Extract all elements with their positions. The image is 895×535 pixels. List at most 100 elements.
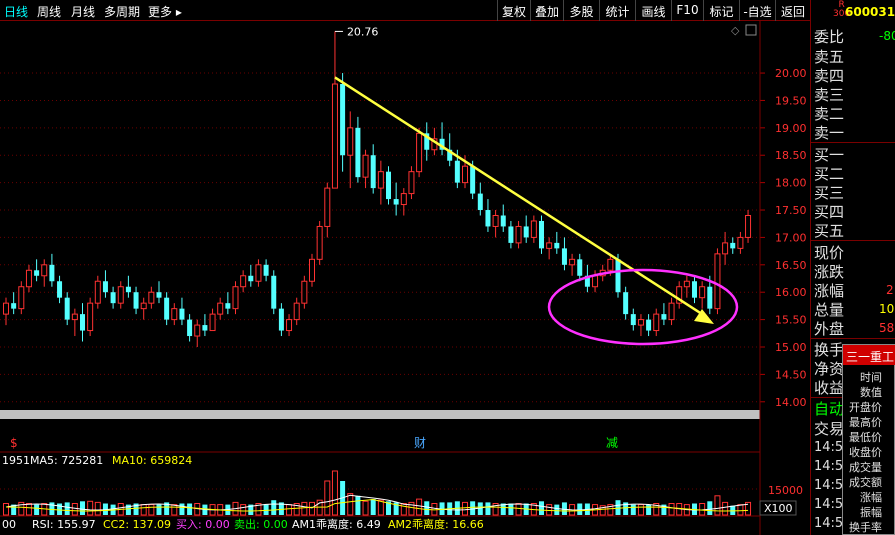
popup-menu-item[interactable]: 振幅 [860,504,882,520]
popup-menu-item[interactable]: 时间 [860,369,882,385]
candle-body [286,319,293,332]
candle-body [25,269,32,288]
quote-label: 总量 [814,301,845,319]
candle-body [324,187,331,227]
volume-multiplier[interactable]: X100 [764,502,793,515]
trade-time: 14:5 [814,497,844,512]
volume-bar [370,499,376,515]
popup-menu-item[interactable]: 涨幅 [860,489,882,505]
popup-menu-item[interactable]: 成交额 [849,474,882,490]
candle-body [370,155,376,189]
stock-code[interactable]: 600031 [845,5,895,19]
candle-body [416,132,423,173]
event-marker-reduction[interactable]: 减 [606,436,618,450]
remove-watchlist-button[interactable]: -自选 [739,0,775,21]
quote-label: 外盘 [814,320,845,338]
popup-menu-item[interactable]: 成交量 [849,459,882,475]
trade-time: 14:5 [814,516,844,531]
quote-label: 买四 [814,203,845,221]
candle-body [637,319,644,326]
price-axis-label: 15.00 [775,341,807,354]
diamond-icon[interactable]: ◇ [731,24,740,37]
candle-body [462,165,468,184]
volume-bar [148,504,155,516]
volume-bar [431,503,438,516]
window-toggle-icon[interactable] [745,24,757,36]
period-tab-weekly[interactable]: 周线 [37,3,61,20]
candle-body [707,286,713,309]
popup-menu-item[interactable]: 数值 [860,384,882,400]
popup-menu-item[interactable]: 最高价 [849,414,882,430]
quote-label: 卖四 [814,67,845,85]
volume-bar [34,504,40,515]
candle-body [41,264,48,277]
data-field-popup[interactable]: 三一重工 时间 数值 开盘价 最高价 最低价 收盘价 成交量 成交额 涨幅 振幅 换手率 [842,344,895,535]
f10-button[interactable]: F10 [671,0,703,21]
candle-body [500,215,506,227]
volume-bar [508,503,514,515]
candle-body [722,242,729,255]
popup-menu-item[interactable]: 收盘价 [849,444,882,460]
candle-body [232,286,239,310]
statistics-button[interactable]: 统计 [599,0,635,21]
event-marker-financial[interactable]: 财 [414,436,426,450]
indicator-legend: 00 RSI: 155.97 CC2: 137.09 买入: 0.00 卖出: … [2,517,484,531]
panel-divider[interactable] [0,410,760,419]
price-chart[interactable]: 20.76 20.00 19.50 19.00 18.50 18.00 17.50 17.0… [0,21,810,535]
candle-body [11,303,17,309]
candlestick-series [3,31,752,347]
price-axis-label: 19.00 [775,122,807,135]
candle-body [653,313,660,332]
candle-body [255,264,262,282]
am1-deviation: AM1乖离度: 6.49 [292,517,381,531]
candle-body [355,127,361,178]
stock-chart-window: 日线 周线 月线 多周期 更多 ▸ 复权 叠加 多股 统计 画线 F10 标记 … [0,0,895,535]
quote-value: -80 [879,29,895,43]
volume-bar [722,501,729,516]
quote-divider [811,142,895,143]
period-tab-monthly[interactable]: 月线 [71,3,95,20]
volume-bar [309,501,315,516]
candle-body [34,270,40,276]
candle-body [293,302,300,321]
candle-body [592,275,599,288]
popup-header-stock-name[interactable]: 三一重工 [843,345,895,365]
candle-body [485,210,491,227]
volume-bar [400,503,407,516]
candle-body [117,286,124,304]
volume-bar [737,504,744,516]
auto-label[interactable]: 自动 [814,398,844,419]
draw-line-button[interactable]: 画线 [635,0,671,21]
candle-body [171,308,178,321]
quote-label: 收益 [814,379,845,397]
quote-label: 委比 [814,28,845,46]
top-toolbar: 日线 周线 月线 多周期 更多 ▸ 复权 叠加 多股 统计 画线 F10 标记 … [0,0,810,21]
multi-stock-button[interactable]: 多股 [563,0,599,21]
candle-body [454,160,460,183]
volume-bar [416,498,423,516]
volume-ma10-line [5,498,749,512]
mark-button[interactable]: 标记 [703,0,739,21]
trade-time: 14:5 [814,478,844,493]
period-tab-daily[interactable]: 日线 [4,3,28,20]
quote-divider [811,240,895,241]
popup-menu-item[interactable]: 最低价 [849,429,882,445]
price-axis-label: 14.00 [775,396,807,409]
popup-menu-item[interactable]: 换手率 [849,519,882,535]
quote-value: 2 [886,283,894,297]
candle-body [49,264,55,282]
candle-body [57,281,63,298]
price-axis-label: 17.50 [775,204,807,217]
volume-bar [714,495,721,516]
restore-rights-button[interactable]: 复权 [497,0,530,21]
popup-menu-item[interactable]: 开盘价 [849,399,882,415]
period-tab-more[interactable]: 更多 ▸ [148,3,182,20]
period-tab-multi[interactable]: 多周期 [104,3,140,20]
overlay-button[interactable]: 叠加 [530,0,563,21]
back-button[interactable]: 返回 [775,0,810,21]
candle-body [240,275,247,288]
event-marker-dividend[interactable]: $ [10,436,18,450]
candle-body [577,259,583,276]
trade-time: 14:5 [814,440,844,455]
candle-body [87,302,94,332]
